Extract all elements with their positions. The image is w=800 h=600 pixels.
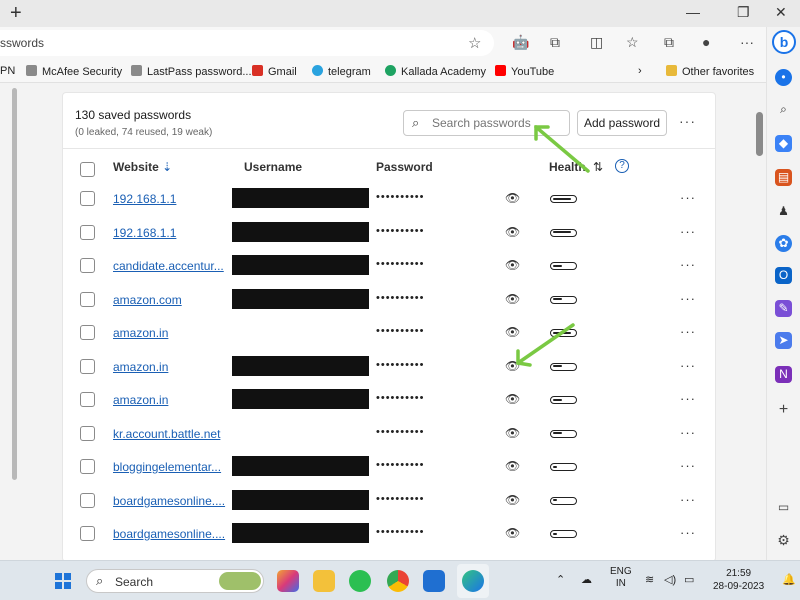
onenote-icon[interactable]: N bbox=[775, 366, 792, 383]
chevron-up-icon[interactable]: ⌃ bbox=[556, 573, 565, 586]
title-bar: + — ❐ ✕ bbox=[0, 0, 800, 27]
minimize-button[interactable]: — bbox=[686, 4, 700, 20]
close-button[interactable]: ✕ bbox=[775, 4, 787, 21]
left-scrollbar[interactable] bbox=[12, 88, 17, 480]
send-icon[interactable]: ➤ bbox=[775, 332, 792, 349]
copilot-bot-icon[interactable]: 🤖 bbox=[512, 34, 529, 51]
notifications-icon[interactable]: 🔔 bbox=[782, 573, 796, 586]
restore-button[interactable]: ❐ bbox=[737, 4, 750, 21]
favorite-item[interactable]: LastPass password... bbox=[131, 65, 252, 78]
extensions-icon[interactable]: ⧉ bbox=[550, 34, 560, 51]
clock[interactable]: 21:59 28-09-2023 bbox=[713, 567, 764, 593]
search-highlight-icon bbox=[219, 572, 261, 590]
gmail-icon bbox=[252, 65, 263, 76]
taskbar-search[interactable]: ⌕ Search bbox=[86, 569, 264, 593]
favorites-icon[interactable]: ☆ bbox=[626, 34, 639, 51]
favorite-item[interactable]: Kallada Academy bbox=[385, 65, 486, 78]
chrome-icon[interactable] bbox=[387, 570, 409, 592]
wifi-icon[interactable]: ≋ bbox=[645, 573, 654, 586]
designer-icon[interactable]: ✎ bbox=[775, 300, 792, 317]
favorite-item[interactable]: Gmail bbox=[252, 65, 297, 78]
collections-icon[interactable]: ⧉ bbox=[664, 34, 674, 51]
taskbar: ⌕ Search ⌃ ☁ ENG IN ≋ ◁) ▭ 21:59 28-09-202… bbox=[0, 560, 800, 600]
telegram-icon bbox=[312, 65, 323, 76]
address-text: sswords bbox=[0, 36, 45, 50]
split-screen-icon[interactable]: ◫ bbox=[590, 34, 603, 51]
bing-icon[interactable]: b bbox=[772, 30, 796, 54]
shopping-tag-icon[interactable]: ◆ bbox=[775, 135, 792, 152]
document-icon bbox=[131, 65, 142, 76]
folder-icon bbox=[666, 65, 677, 76]
address-row: sswords ☆ 🤖 ⧉ ◫ ☆ ⧉ ● ··· bbox=[0, 27, 766, 59]
profile-icon[interactable]: ● bbox=[702, 34, 710, 50]
favorite-item[interactable]: telegram bbox=[312, 65, 371, 78]
windows-start-icon[interactable] bbox=[55, 573, 71, 589]
add-icon[interactable]: + bbox=[775, 401, 792, 418]
edge-sidebar: b • ⌕ ◆ ▤ ♟ ✿ O ✎ ➤ N + ▭ ⚙ bbox=[766, 27, 800, 560]
favorite-star-icon[interactable]: ☆ bbox=[468, 34, 481, 52]
trello-icon[interactable] bbox=[423, 570, 445, 592]
favorite-item[interactable]: PN bbox=[0, 65, 15, 77]
favorite-item[interactable]: YouTube bbox=[495, 65, 554, 78]
sidebar-toggle-icon[interactable]: ▭ bbox=[775, 499, 792, 516]
favorite-item[interactable]: McAfee Security bbox=[26, 65, 122, 78]
passwords-card: 130 saved passwords (0 leaked, 74 reused… bbox=[62, 92, 716, 562]
document-icon bbox=[26, 65, 37, 76]
search-icon: ⌕ bbox=[96, 573, 104, 588]
whatsapp-icon[interactable] bbox=[349, 570, 371, 592]
battery-icon[interactable]: ▭ bbox=[684, 573, 694, 586]
notification-bell-icon[interactable]: • bbox=[775, 69, 792, 86]
settings-more-icon[interactable]: ··· bbox=[740, 34, 754, 50]
youtube-icon bbox=[495, 65, 506, 76]
volume-icon[interactable]: ◁) bbox=[664, 573, 676, 586]
search-icon[interactable]: ⌕ bbox=[775, 101, 792, 118]
cloud-icon[interactable]: ☁ bbox=[581, 573, 592, 586]
kallada-icon bbox=[385, 65, 396, 76]
taskbar-search-label: Search bbox=[115, 575, 154, 589]
language-indicator[interactable]: ENG IN bbox=[610, 566, 632, 590]
tools-briefcase-icon[interactable]: ▤ bbox=[775, 169, 792, 186]
other-favorites[interactable]: Other favorites bbox=[666, 65, 754, 78]
edge-icon[interactable] bbox=[462, 570, 484, 592]
gear-icon[interactable]: ⚙ bbox=[775, 532, 792, 549]
annotation-arrows bbox=[516, 125, 590, 367]
new-tab-button[interactable]: + bbox=[10, 2, 22, 24]
favorites-bar: PN McAfee Security LastPass password... … bbox=[0, 59, 766, 83]
address-bar[interactable]: sswords ☆ bbox=[0, 30, 494, 56]
copilot-app-icon[interactable] bbox=[277, 570, 299, 592]
right-scrollbar[interactable] bbox=[756, 112, 763, 156]
outlook-icon[interactable]: O bbox=[775, 267, 792, 284]
chevron-right-icon[interactable]: › bbox=[638, 65, 642, 77]
file-explorer-icon[interactable] bbox=[313, 570, 335, 592]
games-chess-icon[interactable]: ♟ bbox=[775, 203, 792, 220]
copilot-icon[interactable]: ✿ bbox=[775, 235, 792, 252]
